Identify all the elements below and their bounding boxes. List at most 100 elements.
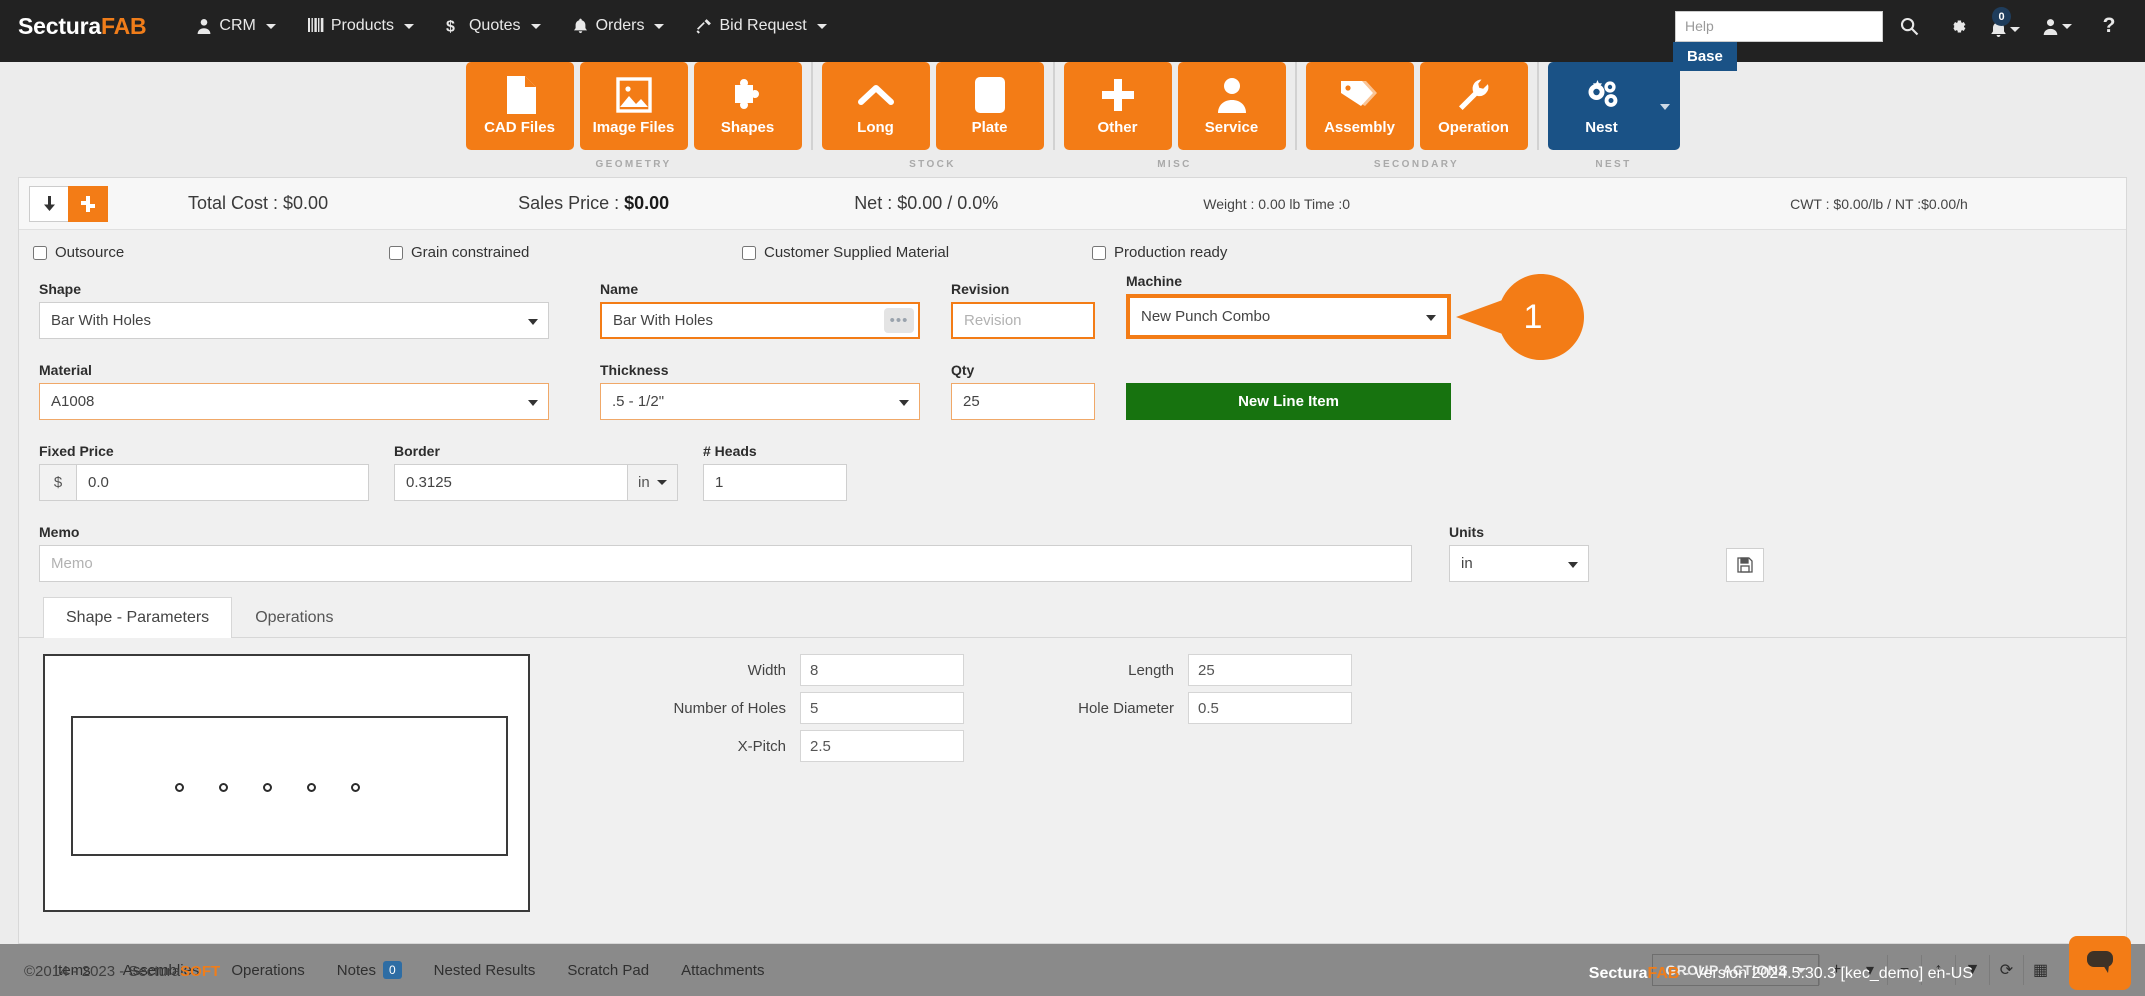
heads-input[interactable] bbox=[703, 464, 847, 501]
revision-label: Revision bbox=[951, 281, 1095, 297]
toolbar-button-image-files-label: Image Files bbox=[593, 119, 675, 136]
parameter-row-width: Width bbox=[626, 654, 964, 686]
toolbar-group-secondary: Assembly Operation SECONDARY bbox=[1306, 62, 1528, 170]
checkbox-grain-constrained[interactable]: Grain constrained bbox=[389, 244, 742, 261]
app-logo[interactable]: SecturaFAB bbox=[18, 13, 146, 40]
qty-input[interactable] bbox=[951, 383, 1095, 420]
grid-icon[interactable]: ▦ bbox=[2023, 955, 2057, 985]
checkbox-production-ready-input[interactable] bbox=[1092, 246, 1106, 260]
square-icon bbox=[975, 76, 1005, 114]
bottom-tab-nested-results[interactable]: Nested Results bbox=[420, 954, 550, 987]
toolbar-button-nest[interactable]: Nest bbox=[1548, 62, 1680, 150]
bottom-tab-notes[interactable]: Notes 0 bbox=[323, 953, 416, 987]
user-menu-icon[interactable] bbox=[2031, 0, 2083, 52]
search-icon[interactable] bbox=[1887, 0, 1931, 52]
border-input[interactable] bbox=[394, 464, 628, 501]
cost-breakdown-icon[interactable] bbox=[68, 186, 108, 222]
name-input[interactable] bbox=[600, 302, 920, 339]
download-icon[interactable] bbox=[29, 186, 69, 222]
tab-shape-parameters[interactable]: Shape - Parameters bbox=[43, 597, 232, 638]
toolbar-button-long[interactable]: Long bbox=[822, 62, 930, 150]
checkbox-outsource-input[interactable] bbox=[33, 246, 47, 260]
width-input[interactable] bbox=[800, 654, 964, 686]
shape-select[interactable]: Bar With Holes bbox=[39, 302, 549, 339]
toolbar-button-operation[interactable]: Operation bbox=[1420, 62, 1528, 150]
thickness-select[interactable]: .5 - 1/2" bbox=[600, 383, 920, 420]
checkbox-production-ready[interactable]: Production ready bbox=[1092, 244, 1227, 261]
border-unit-select[interactable]: in bbox=[628, 464, 678, 501]
cogs-icon bbox=[1583, 76, 1621, 114]
shape-outline bbox=[71, 716, 508, 856]
length-input[interactable] bbox=[1188, 654, 1352, 686]
shape-parameters-content: Width Number of Holes X-Pitch Length bbox=[19, 638, 2126, 912]
bottom-tab-notes-label: Notes bbox=[337, 962, 376, 979]
help-search-input[interactable] bbox=[1675, 11, 1883, 42]
save-icon[interactable] bbox=[1726, 548, 1764, 582]
chat-widget-button[interactable] bbox=[2069, 936, 2131, 990]
nav-item-crm[interactable]: CRM bbox=[180, 9, 291, 43]
nav-item-orders[interactable]: Orders bbox=[557, 9, 681, 43]
number-of-holes-input[interactable] bbox=[800, 692, 964, 724]
checkbox-outsource[interactable]: Outsource bbox=[33, 244, 389, 261]
toolbar-button-service[interactable]: Service bbox=[1178, 62, 1286, 150]
toolbar-button-long-label: Long bbox=[857, 119, 894, 136]
x-pitch-input[interactable] bbox=[800, 730, 964, 762]
tab-operations[interactable]: Operations bbox=[232, 597, 356, 638]
nav-item-bid-request[interactable]: Bid Request bbox=[680, 9, 842, 43]
hole-diameter-input[interactable] bbox=[1188, 692, 1352, 724]
toolbar-button-other[interactable]: Other bbox=[1064, 62, 1172, 150]
base-tab[interactable]: Base bbox=[1673, 42, 1737, 71]
name-browse-button[interactable]: ••• bbox=[884, 308, 914, 333]
refresh-icon[interactable]: ⟳ bbox=[1989, 955, 2023, 985]
detail-tabs: Shape - Parameters Operations bbox=[19, 596, 2126, 638]
toolbar-button-assembly[interactable]: Assembly bbox=[1306, 62, 1414, 150]
toolbar-button-shapes[interactable]: Shapes bbox=[694, 62, 802, 150]
toolbar-button-cad-files-label: CAD Files bbox=[484, 119, 555, 136]
chevron-down-icon bbox=[531, 24, 541, 29]
chevron-down-icon[interactable] bbox=[1660, 104, 1670, 110]
checkbox-customer-supplied-material[interactable]: Customer Supplied Material bbox=[742, 244, 1092, 261]
memo-input[interactable] bbox=[39, 545, 1412, 582]
toolbar-button-image-files[interactable]: Image Files bbox=[580, 62, 688, 150]
bottom-tab-operations[interactable]: Operations bbox=[217, 954, 318, 987]
material-select[interactable]: A1008 bbox=[39, 383, 549, 420]
toolbar-button-plate[interactable]: Plate bbox=[936, 62, 1044, 150]
units-select[interactable]: in bbox=[1449, 545, 1589, 582]
line-item-form: Shape Bar With Holes Name ••• Revision bbox=[19, 265, 2126, 582]
puzzle-icon bbox=[730, 76, 766, 114]
barcode-icon bbox=[308, 18, 324, 34]
help-question-icon[interactable]: ? bbox=[2087, 0, 2131, 52]
shape-hole bbox=[307, 783, 316, 792]
revision-input[interactable] bbox=[951, 302, 1095, 339]
bottom-tab-attachments[interactable]: Attachments bbox=[667, 954, 778, 987]
toolbar-group-stock: Long Plate STOCK bbox=[822, 62, 1044, 170]
fixed-price-input[interactable] bbox=[77, 464, 369, 501]
toolbar-button-shapes-label: Shapes bbox=[721, 119, 774, 136]
new-line-item-button[interactable]: New Line Item bbox=[1126, 383, 1451, 420]
notifications-bell-icon[interactable]: 0 bbox=[1983, 0, 2027, 52]
toolbar-group-secondary-label: SECONDARY bbox=[1374, 159, 1459, 170]
toolbar-button-cad-files[interactable]: CAD Files bbox=[466, 62, 574, 150]
parameter-row-length: Length bbox=[1014, 654, 1352, 686]
shape-preview-drawing[interactable] bbox=[43, 654, 530, 912]
material-select-wrap: A1008 bbox=[39, 383, 549, 420]
footer-brand-suffix: FAB bbox=[1647, 965, 1679, 982]
checkbox-grain-constrained-input[interactable] bbox=[389, 246, 403, 260]
form-row-3: Fixed Price $ Border in # Heads bbox=[39, 443, 2106, 501]
bottom-tab-scratch-pad[interactable]: Scratch Pad bbox=[553, 954, 663, 987]
nav-item-products[interactable]: Products bbox=[292, 9, 430, 43]
machine-select[interactable]: New Punch Combo bbox=[1130, 298, 1447, 335]
brand-suffix: FAB bbox=[101, 13, 146, 39]
net-label: Net : $0.00 / 0.0% bbox=[854, 193, 998, 214]
toolbar-group-misc: Other Service MISC bbox=[1064, 62, 1286, 170]
gear-icon[interactable] bbox=[1935, 0, 1979, 52]
nav-item-products-label: Products bbox=[331, 17, 394, 35]
options-checkbox-row: Outsource Grain constrained Customer Sup… bbox=[19, 230, 2126, 265]
heads-label: # Heads bbox=[703, 443, 847, 459]
shape-label: Shape bbox=[39, 281, 549, 297]
plus-icon bbox=[1101, 76, 1135, 114]
nav-item-quotes[interactable]: $ Quotes bbox=[430, 9, 557, 43]
chevron-down-icon bbox=[266, 24, 276, 29]
parameter-row-number-of-holes: Number of Holes bbox=[626, 692, 964, 724]
checkbox-customer-supplied-material-input[interactable] bbox=[742, 246, 756, 260]
